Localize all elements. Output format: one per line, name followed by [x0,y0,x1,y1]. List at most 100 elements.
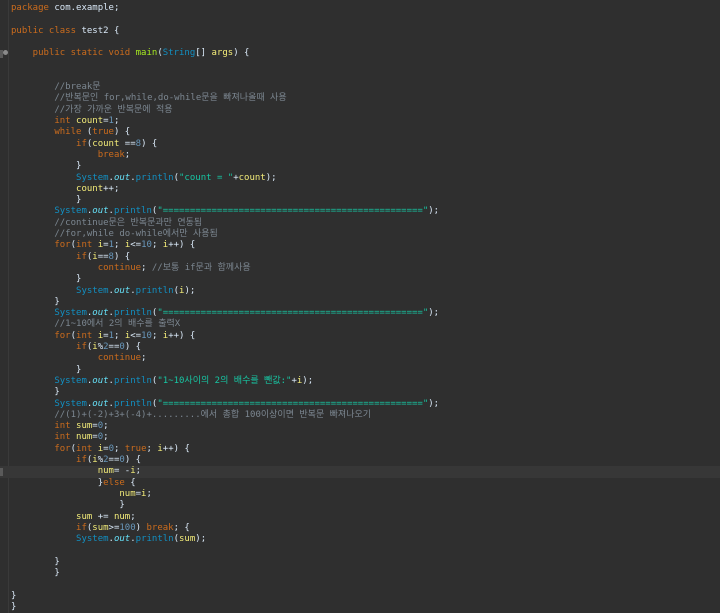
code-line[interactable]: num=i; [0,489,720,500]
code-line[interactable]: int sum=0; [0,421,720,432]
code-line[interactable]: } [0,568,720,579]
code-line-text: int num=0; [11,432,108,443]
code-token: out [92,375,109,386]
code-token: == [108,455,120,465]
code-line[interactable]: } [0,602,720,613]
code-token: ++) { [162,443,190,454]
code-line[interactable]: int num=0; [0,432,720,443]
code-line[interactable]: public class test2 { [0,26,720,37]
code-line[interactable]: //continue문은 반복문과만 연동됨 [0,218,720,229]
code-line[interactable]: if(i%2==0) { [0,342,720,353]
code-line[interactable]: for(int i=1; i<=10; i++) { [0,240,720,251]
code-line[interactable]: if(count ==8) { [0,139,720,150]
code-token: } [11,568,60,578]
code-line-text: } [11,161,81,172]
code-line[interactable]: public static void main(String[] args) { [0,48,720,59]
code-line[interactable] [0,579,720,590]
code-token: count [76,116,104,126]
code-line[interactable]: System.out.println("count = "+count); [0,173,720,184]
code-line-text: } [11,602,16,613]
code-line[interactable]: num= -i; [0,466,720,478]
code-line[interactable]: } [0,195,720,206]
code-token: } [11,364,82,375]
code-token: break [11,149,125,160]
code-line[interactable]: sum += num; [0,512,720,523]
code-line[interactable]: continue; [0,353,720,364]
code-line[interactable] [0,37,720,48]
code-line-text: System.out.println("====================… [11,399,439,410]
code-token: ; [146,488,152,499]
code-editor[interactable]: package com.example; public class test2 {… [0,0,720,613]
code-line[interactable] [0,60,720,71]
code-line[interactable] [0,14,720,25]
code-line-text: System.out.println(sum); [11,534,206,545]
code-line[interactable]: if(sum>=100) break; { [0,523,720,534]
code-line[interactable]: for(int i=0; true; i++) { [0,444,720,455]
code-token: } [11,195,82,206]
code-token: for [11,240,71,251]
code-token: public class [11,25,82,36]
code-line[interactable]: }else { [0,478,720,489]
code-line[interactable]: continue; //보통 if문과 함께사용 [0,263,720,274]
code-token: } [11,556,60,567]
code-line[interactable]: int count=1; [0,116,720,127]
code-line[interactable]: } [0,557,720,568]
code-line[interactable]: //가장 가까운 반복문에 적용 [0,105,720,116]
code-line[interactable]: while (true) { [0,127,720,138]
code-token: ; [135,466,142,477]
code-line[interactable]: System.out.println("====================… [0,206,720,217]
code-line[interactable] [0,545,720,556]
code-line[interactable]: //for,while do-while에서만 사용됨 [0,229,720,240]
code-token: int [11,421,77,432]
code-line[interactable]: //반복문인 for,while,do-while문을 빠져나올때 사용 [0,93,720,104]
code-token: //(1)+(-2)+3+(-4)+.........에서 총합 100이상이면… [11,409,372,420]
code-line[interactable]: //break문 [0,82,720,93]
code-token: == [97,251,109,262]
code-token: System [11,172,109,183]
code-token: ; [113,116,120,126]
code-line[interactable]: if(i==8) { [0,252,720,263]
gutter-marker [0,467,3,476]
code-line[interactable]: System.out.println("====================… [0,308,720,319]
code-token: out [113,534,131,545]
code-line-text: } [11,568,60,579]
code-line[interactable] [0,71,720,82]
code-token: int [76,240,98,251]
code-token: <= [130,330,142,341]
code-line[interactable]: System.out.println("1~10사이의 2의 배수를 뺀값:"+… [0,376,720,387]
code-token: count [11,183,104,194]
code-line[interactable]: System.out.println("====================… [0,399,720,410]
code-token: else [103,477,125,488]
code-line[interactable]: count++; [0,184,720,195]
code-line[interactable]: } [0,274,720,285]
code-token: } [11,477,104,488]
code-line[interactable]: package com.example; [0,3,720,14]
code-token: break [146,522,174,533]
code-line[interactable]: } [0,387,720,398]
code-line[interactable]: } [0,591,720,602]
code-line[interactable]: if(i%2==0) { [0,455,720,466]
code-line[interactable]: } [0,365,720,376]
code-token: int [76,443,98,454]
code-line[interactable]: } [0,500,720,511]
code-token: println [135,534,174,545]
code-line[interactable]: } [0,161,720,172]
code-line[interactable]: for(int i=1; i<=10; i++) { [0,331,720,342]
code-token: package [11,3,49,13]
code-token: ; [113,240,125,251]
code-token: ); [195,534,207,545]
code-line[interactable]: } [0,297,720,308]
code-token: == [119,138,136,149]
code-token: //보통 if문과 함께사용 [151,262,251,273]
code-line-text: //continue문은 반복문과만 연동됨 [11,218,202,229]
code-line-text: num=i; [11,489,152,500]
code-token: if [11,251,87,262]
code-line[interactable]: break; [0,150,720,161]
code-line[interactable]: System.out.println(i); [0,286,720,297]
code-token: int [76,330,98,341]
code-token: //break문 [11,82,101,93]
code-line[interactable]: System.out.println(sum); [0,534,720,545]
code-line[interactable]: //1~10에서 2의 배수를 출력X [0,319,720,330]
code-token: sum [11,511,93,522]
code-line[interactable]: //(1)+(-2)+3+(-4)+.........에서 총합 100이상이면… [0,410,720,421]
